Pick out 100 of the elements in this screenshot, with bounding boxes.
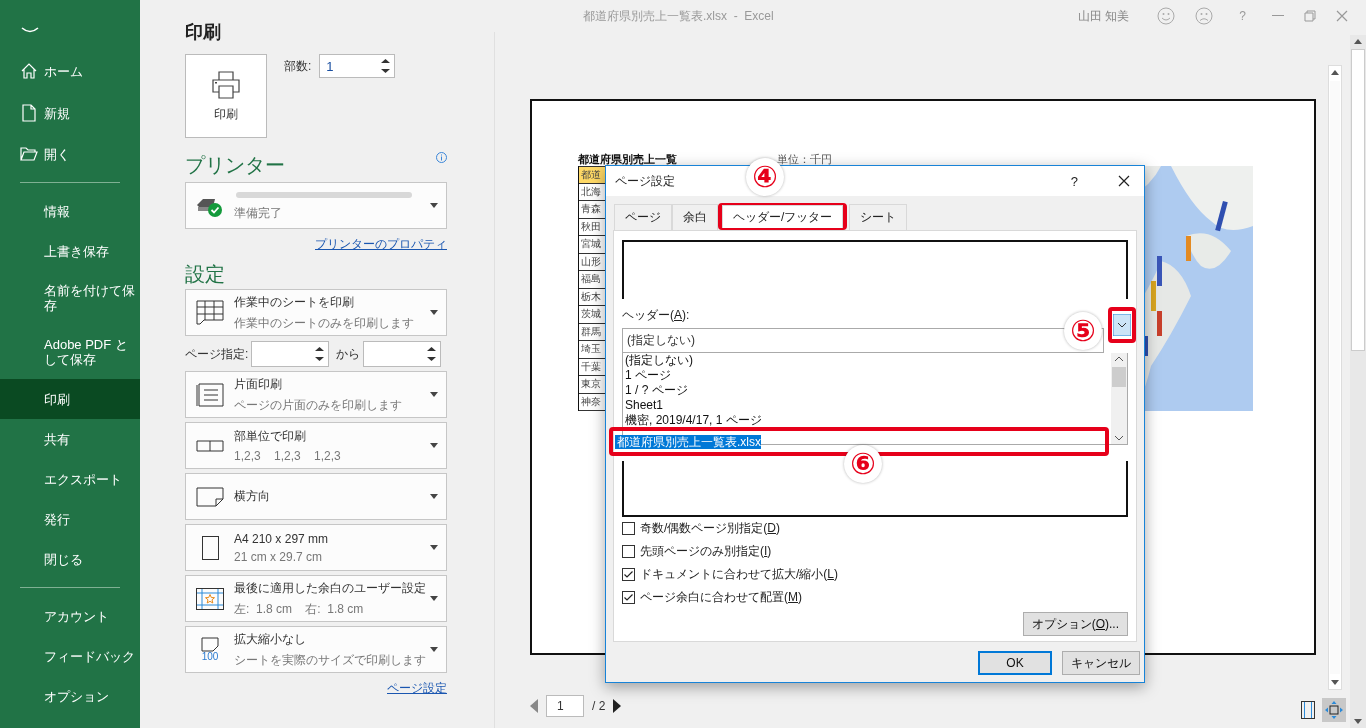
home-icon [20,62,38,80]
page-setup-link[interactable]: ページ設定 [185,680,447,697]
page-from-field[interactable] [251,341,330,367]
tab[interactable]: ページ [614,204,672,230]
copies-field[interactable]: 1 [319,54,396,78]
caret-icon [430,203,438,208]
printer-heading: プリンター [185,153,285,178]
settings-dropdown[interactable]: 片面印刷 ページの片面のみを印刷します [185,371,447,418]
caret-icon [430,443,438,448]
scrollbar[interactable] [1111,353,1127,444]
settings-dropdown[interactable]: 100 拡大縮小なし シートを実際のサイズで印刷します [185,626,447,673]
checkbox-label: ページ余白に合わせて配置(M) [640,589,802,606]
back-icon[interactable] [21,27,39,35]
info-icon[interactable] [436,152,447,163]
close-icon[interactable] [1118,175,1130,187]
options-button[interactable]: オプション(O)... [1022,612,1128,636]
checkbox-label: 先頭ページのみ別指定(I) [640,543,772,560]
caret-icon [430,494,438,499]
sidebar-item[interactable]: 情報 [0,191,140,231]
checkbox[interactable] [622,591,635,604]
scroll-up-icon[interactable] [1115,356,1123,361]
document-icon [20,104,38,122]
printer-icon [211,69,241,100]
page-heading: 印刷 [185,24,222,40]
tab[interactable]: ヘッダー/フッター [722,205,844,228]
settings-dropdown[interactable]: 横方向 [185,473,447,520]
show-margins-icon[interactable] [1301,701,1315,719]
window-title: 都道府県別売上一覧表.xlsx - Excel [583,7,774,25]
caret-icon [430,596,438,601]
page-to-field[interactable] [363,341,442,367]
settings-dropdown[interactable]: 部単位で印刷 1,2,3 1,2,3 1,2,3 [185,422,447,469]
scroll-thumb[interactable] [1351,49,1365,351]
scroll-thumb[interactable] [1112,367,1126,387]
dropdown-option[interactable]: 1 / ? ページ [623,383,1111,398]
margins-icon [196,587,224,610]
caret-icon [430,310,438,315]
scroll-up-icon[interactable] [1331,70,1339,75]
sidebar-item[interactable]: エクスポート [0,459,140,499]
sidebar-item[interactable]: Adobe PDF として保存 [0,325,140,379]
scroll-down-icon[interactable] [1354,719,1362,724]
sidebar-item[interactable]: オプション [0,676,140,716]
checkbox-label: ドキュメントに合わせて拡大/縮小(L) [640,566,839,583]
sidebar-item[interactable]: アカウント [0,596,140,636]
previous-page-icon[interactable] [530,699,538,713]
caret-icon [430,392,438,397]
settings-dropdown[interactable]: 作業中のシートを印刷 作業中のシートのみを印刷します [185,289,447,336]
settings-dropdown[interactable]: 最後に適用した余白のユーザー設定 左: 1.8 cm 右: 1.8 cm [185,575,447,622]
spin-arrows-icon[interactable] [427,346,437,362]
spin-arrows-icon[interactable] [381,58,391,74]
ok-button[interactable]: OK [978,651,1052,675]
spin-arrows-icon[interactable] [315,346,325,362]
cancel-button[interactable]: キャンセル [1062,651,1140,675]
printer-dropdown[interactable]: 準備完了 [185,182,447,229]
tab[interactable]: シート [849,204,908,230]
two-pages-icon [196,439,224,452]
checkbox[interactable] [622,568,635,581]
sidebar-item[interactable]: フィードバック [0,636,140,676]
scroll-thumb[interactable] [1330,81,1340,674]
sidebar-item[interactable]: 新規 [0,92,140,134]
settings-dropdown[interactable]: A4 210 x 297 mm 21 cm x 29.7 cm [185,524,447,571]
dropdown-option[interactable]: 1 ページ [623,368,1111,383]
sidebar-item[interactable]: 上書き保存 [0,231,140,271]
page-to-label: から [336,345,361,363]
scroll-down-icon[interactable] [1331,680,1339,685]
print-button[interactable]: 印刷 [185,54,267,138]
header-label: ヘッダー(A): [622,307,691,324]
sidebar-item[interactable]: 発行 [0,499,140,539]
user-name: 山田 知美 [1077,7,1130,25]
dropdown-option[interactable]: 都道府県別売上一覧表.xlsx [615,435,761,449]
checkbox[interactable] [622,522,635,535]
scroll-down-icon[interactable] [1115,436,1123,441]
sidebar-item[interactable]: ホーム [0,50,140,92]
checkbox-label: 奇数/偶数ページ別指定(D) [640,520,780,537]
scrollbar[interactable] [1328,65,1342,690]
scroll-up-icon[interactable] [1354,39,1362,44]
page-number-field[interactable]: 1 [546,695,584,717]
page-lines-icon [196,382,224,407]
page-icon [201,637,219,652]
caret-icon [430,545,438,550]
printer-properties-link[interactable]: プリンターのプロパティ [185,236,447,253]
tab[interactable]: 余白 [672,204,718,230]
dropdown-option[interactable]: (指定しない) [623,353,1111,368]
dropdown-option[interactable]: Sheet1 [623,398,1111,413]
caret-icon [430,647,438,652]
help-button[interactable]: ? [1070,173,1078,189]
page-total: / 2 [592,699,606,713]
sheet-title: 都道府県別売上一覧 [578,153,677,166]
scale-label: 100 [201,652,219,662]
sidebar-item[interactable]: 開く [0,134,140,174]
zoom-to-page-icon[interactable] [1322,698,1346,722]
checkbox[interactable] [622,545,635,558]
dropdown-option[interactable]: 機密, 2019/4/17, 1 ページ [623,413,1111,428]
sidebar-item[interactable]: 共有 [0,419,140,459]
sidebar-item[interactable]: 閉じる [0,539,140,579]
scrollbar[interactable] [1350,35,1366,728]
sidebar-item[interactable]: 印刷 [0,379,140,419]
dialog-title: ページ設定 [615,172,675,190]
sidebar-item[interactable]: 名前を付けて保存 [0,271,140,325]
grid-icon [196,299,224,326]
next-page-icon[interactable] [613,699,622,713]
